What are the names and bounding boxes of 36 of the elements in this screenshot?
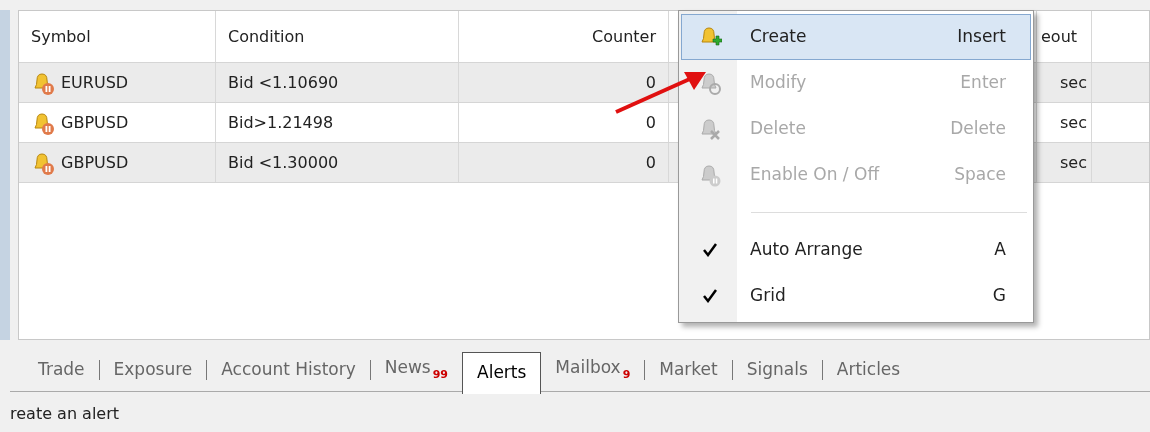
bell-pause-icon — [31, 150, 55, 175]
table-cell-text: 0 — [645, 71, 656, 94]
table-cell-text: Bid <1.10690 — [228, 71, 339, 94]
table-cell-text: 0 — [645, 111, 656, 134]
column-header[interactable]: Counter — [592, 24, 656, 49]
menu-item[interactable]: Grid G — [681, 273, 1031, 319]
status-text: reate an alert — [10, 404, 120, 423]
tab[interactable]: News$_{99}$ — [370, 351, 463, 388]
menu-item[interactable]: Create Insert — [681, 14, 1031, 60]
menu-item[interactable]: Auto Arrange A — [681, 227, 1031, 273]
table-cell-text: sec — [1060, 151, 1087, 174]
bell-pause-icon — [31, 110, 55, 135]
tab[interactable]: Mailbox$_{9}$ — [541, 351, 645, 388]
table-cell-text: 0 — [645, 151, 656, 174]
bell-cross-icon — [698, 117, 722, 141]
table-cell-text: sec — [1060, 111, 1087, 134]
tab[interactable]: Exposure — [99, 352, 207, 387]
bell-pause-icon — [31, 70, 55, 95]
table-cell-text: GBPUSD — [61, 111, 129, 134]
column-header[interactable]: eout — [1041, 24, 1078, 49]
column-header[interactable]: Symbol — [31, 24, 91, 49]
bell-plus-icon — [698, 25, 722, 49]
column-header[interactable]: Condition — [228, 24, 305, 49]
table-cell-text: GBPUSD — [61, 151, 129, 174]
tab[interactable]: Articles — [822, 352, 915, 387]
table-cell-text: EURUSD — [61, 71, 129, 94]
tab[interactable]: Market — [645, 352, 732, 387]
tab[interactable]: Account History — [207, 352, 370, 387]
bell-pause-icon — [698, 163, 722, 187]
bell-gear-icon — [698, 71, 722, 95]
table-cell-text: Bid <1.30000 — [228, 151, 339, 174]
tab[interactable]: Trade — [24, 352, 99, 387]
tab[interactable]: Alerts — [462, 351, 542, 394]
tab[interactable]: Signals — [732, 352, 822, 387]
table-cell-text: sec — [1060, 71, 1087, 94]
table-cell-text: Bid>1.21498 — [228, 111, 334, 134]
